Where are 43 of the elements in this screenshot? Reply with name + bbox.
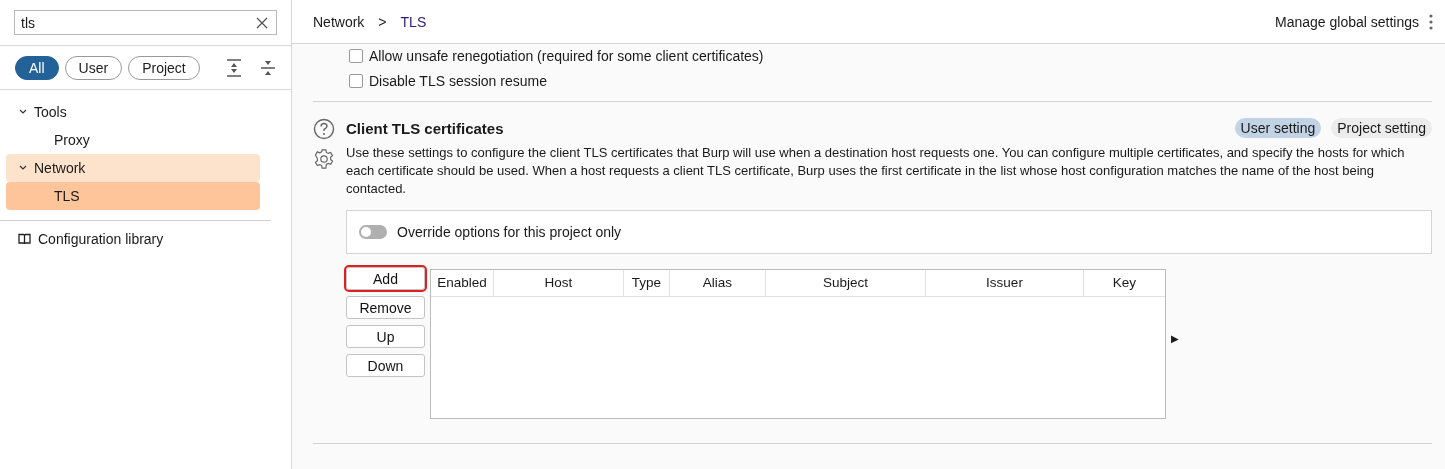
table-action-button[interactable]: Up	[346, 325, 425, 348]
close-icon[interactable]	[256, 16, 268, 29]
column-header[interactable]: Key	[1084, 270, 1165, 296]
settings-icon[interactable]	[313, 148, 335, 170]
table-action-button[interactable]: Add	[346, 267, 425, 290]
search-value: tls	[21, 14, 36, 31]
toggle-switch[interactable]	[359, 225, 387, 239]
tree-item[interactable]: Network	[6, 154, 260, 182]
toggle-label: Override options for this project only	[397, 224, 622, 240]
column-header[interactable]: Alias	[670, 270, 766, 296]
tree-item[interactable]: TLS	[6, 182, 260, 210]
scope-badge[interactable]: User setting	[1234, 118, 1322, 138]
more-icon[interactable]	[1429, 13, 1433, 30]
checkbox-label: Disable TLS session resume	[369, 73, 547, 89]
filter-tab[interactable]: Project	[128, 56, 200, 80]
column-header[interactable]: Enabled	[431, 270, 494, 296]
manage-settings-link[interactable]: Manage global settings	[1275, 13, 1419, 30]
column-header[interactable]: Host	[494, 270, 624, 296]
library-link[interactable]: Configuration library	[38, 231, 164, 247]
scope-badge[interactable]: Project setting	[1331, 118, 1432, 138]
breadcrumb-separator: >	[378, 13, 387, 30]
table-action-button[interactable]: Remove	[346, 296, 425, 319]
filter-tab[interactable]: User	[64, 56, 123, 80]
column-header[interactable]: Issuer	[926, 270, 1084, 296]
checkbox[interactable]	[349, 49, 363, 63]
checkbox[interactable]	[349, 74, 363, 88]
checkbox-label: Allow unsafe renegotiation (required for some client certificates)	[369, 48, 764, 64]
breadcrumb-item[interactable]: Network	[313, 13, 365, 30]
section-description: Use these settings to configure the client TLS certificates that Burp will use when a destination host requests one. You can configure multiple certificates, and specify the hosts for which each certificate should be used. When a host requests a client TLS certificate, Burp uses the first certificate in the list whose host configuration matches the name of the host being contacted.	[346, 144, 1406, 198]
table-action-button[interactable]: Down	[346, 354, 425, 377]
search-field[interactable]: tls	[14, 10, 277, 35]
breadcrumb-item[interactable]: TLS	[400, 13, 427, 30]
filter-tab[interactable]: All	[15, 56, 59, 80]
arrow-glyph: ▶	[1171, 333, 1179, 344]
section-title: Client TLS certificates	[346, 119, 504, 137]
tree-item[interactable]: Tools	[6, 98, 260, 126]
book-icon	[18, 233, 31, 245]
tree-item[interactable]: Proxy	[6, 126, 260, 154]
column-header[interactable]: Type	[624, 270, 670, 296]
column-header[interactable]: Subject	[766, 270, 926, 296]
collapse-all-icon[interactable]	[259, 59, 276, 77]
help-icon[interactable]	[313, 118, 335, 140]
expand-all-icon[interactable]	[225, 59, 242, 77]
